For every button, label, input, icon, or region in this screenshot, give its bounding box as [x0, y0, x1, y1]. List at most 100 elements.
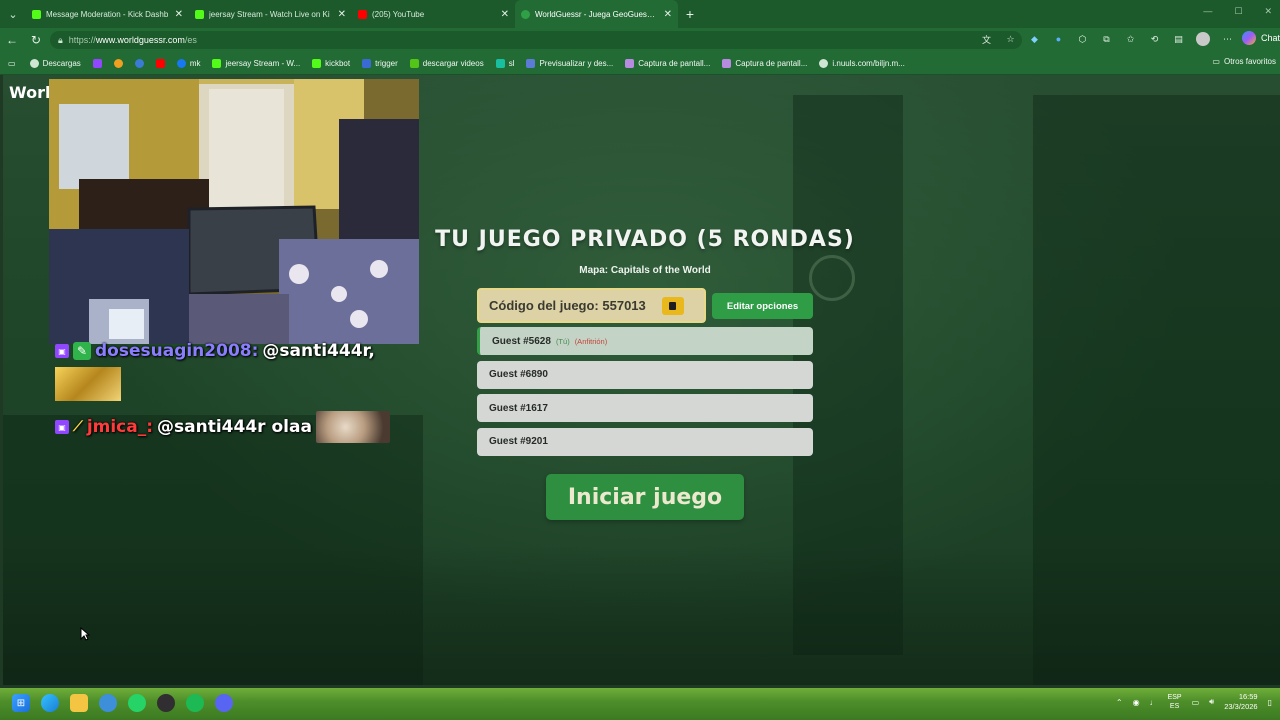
history-icon[interactable]: ⟲: [1148, 33, 1161, 46]
new-tab-button[interactable]: +: [678, 6, 702, 22]
chevron-up-icon[interactable]: ⌃: [1116, 698, 1123, 707]
bookmark-blue[interactable]: [129, 58, 150, 68]
display-icon[interactable]: ▭: [1192, 698, 1200, 707]
twitch-icon: ▣: [55, 344, 69, 358]
bookmark-orange[interactable]: [108, 58, 129, 68]
start-game-button[interactable]: Iniciar juego: [546, 474, 744, 520]
worldguessr-icon: [521, 9, 530, 19]
chat-message: ▣ ⟋ jmica_: @santi444r olaa: [55, 411, 390, 443]
tab-title: (205) YouTube: [372, 9, 425, 19]
bookmark-mk[interactable]: mk: [171, 58, 207, 68]
player-name: Guest #1617: [489, 402, 548, 414]
you-tag: (Tú): [555, 336, 570, 346]
tab-jeersay-stream[interactable]: jeersay Stream - Watch Live on Ki ✕: [189, 0, 352, 28]
globe-icon: [819, 58, 829, 68]
extension-icon[interactable]: ◆: [1028, 33, 1041, 46]
volume-icon[interactable]: 🔊︎: [1209, 697, 1214, 707]
notifications-icon[interactable]: ▯: [1268, 698, 1272, 707]
other-favorites-label: Otros favoritos: [1223, 57, 1276, 66]
close-tab-icon[interactable]: ✕: [501, 9, 509, 20]
reload-icon[interactable]: ↻: [24, 33, 48, 47]
bookmark-label: Previsualizar y des...: [539, 58, 614, 68]
microphone-icon[interactable]: ♩: [1150, 698, 1158, 707]
back-icon[interactable]: ←: [0, 33, 24, 47]
language-indicator[interactable]: ESP ES: [1168, 693, 1182, 711]
host-tag: (Anfitrión): [574, 336, 608, 346]
bookmark-kickbot[interactable]: kickbot: [306, 58, 356, 68]
verified-badge-icon: ✎: [73, 342, 91, 360]
url-field[interactable]: 🔒︎ https://www.worldguessr.com/es: [50, 31, 1022, 49]
copilot-chat-button[interactable]: Chat: [1241, 31, 1280, 45]
tab-youtube[interactable]: (205) YouTube ✕: [352, 0, 515, 28]
tab-title: Message Moderation - Kick Dashb: [46, 9, 169, 19]
tab-kick-moderation[interactable]: Message Moderation - Kick Dashb ✕: [26, 0, 189, 28]
reading-icon[interactable]: ▭: [8, 59, 24, 68]
lobby-map-label: Mapa: Capitals of the World: [579, 265, 711, 276]
bookmark-trigger[interactable]: trigger: [356, 58, 404, 68]
translate-icon[interactable]: 文: [980, 33, 993, 46]
clock[interactable]: 16:59 23/3/2026: [1224, 692, 1257, 712]
page-content: World ▣ ✎ dosesuagin2008: @santi444r, ▣ …: [3, 75, 1280, 685]
whatsapp-icon[interactable]: [128, 694, 146, 712]
background-street: [3, 545, 1280, 685]
edge-icon[interactable]: [41, 694, 59, 712]
player-row: Guest #9201: [477, 427, 813, 456]
chat-text: @santi444r olaa: [157, 417, 312, 437]
bookmark-youtube[interactable]: [150, 58, 171, 68]
discord-tray-icon[interactable]: ◉: [1133, 698, 1140, 707]
player-name: Guest #5628: [492, 335, 551, 347]
close-tab-icon[interactable]: ✕: [338, 9, 346, 20]
bookmark-sl[interactable]: sl: [490, 58, 521, 68]
favorites-icon[interactable]: ✩: [1124, 33, 1137, 46]
bookmark-previsualizar[interactable]: Previsualizar y des...: [520, 58, 619, 68]
url-text: https://www.worldguessr.com/es: [69, 35, 197, 45]
pen-icon: [722, 58, 732, 68]
star-icon[interactable]: ☆: [1004, 33, 1017, 46]
spotify-icon[interactable]: [186, 694, 204, 712]
bookmark-captura-2[interactable]: Captura de pantall...: [716, 58, 813, 68]
extension-icon[interactable]: ●: [1052, 33, 1065, 46]
lobby-title: TU JUEGO PRIVADO (5 RONDAS): [435, 227, 855, 252]
copilot-icon: [1241, 31, 1256, 45]
tab-actions-button[interactable]: ⌄: [0, 0, 26, 28]
more-menu-icon[interactable]: ⋯: [1221, 33, 1234, 46]
other-favorites[interactable]: ▭ Otros favoritos: [1212, 57, 1276, 66]
player-row-self: Guest #5628 (Tú) (Anfitrión): [477, 327, 813, 355]
browser-icon[interactable]: [99, 694, 117, 712]
profile-avatar[interactable]: [1196, 32, 1210, 46]
bookmark-descargas[interactable]: Descargas: [24, 58, 87, 68]
obs-icon[interactable]: [157, 694, 175, 712]
kick-icon: [195, 9, 204, 19]
system-tray: ⌃ ◉ ♩ ESP ES ▭ 🔊︎ 16:59 23/3/2026 ▯: [1116, 692, 1272, 712]
url-path: /es: [184, 35, 197, 45]
webcam-feed: [49, 79, 419, 344]
windows-start-icon[interactable]: ⊞: [12, 694, 30, 712]
maximize-icon[interactable]: ☐: [1234, 6, 1242, 17]
close-window-icon[interactable]: ✕: [1264, 6, 1272, 17]
webcam-overlay: [49, 79, 419, 344]
discord-icon[interactable]: [215, 694, 233, 712]
split-screen-icon[interactable]: ⧉: [1100, 33, 1113, 46]
bookmark-label: trigger: [375, 58, 398, 68]
address-bar-row: ← ↻ 🔒︎ https://www.worldguessr.com/es 文 …: [0, 28, 1280, 52]
extension-puzzle-icon[interactable]: ⬡: [1076, 33, 1089, 46]
minimize-icon[interactable]: —: [1203, 6, 1212, 17]
bookmark-icon: [113, 58, 123, 68]
edit-options-button[interactable]: Editar opciones: [712, 293, 813, 319]
bookmark-twitch[interactable]: [87, 58, 108, 68]
copy-code-button[interactable]: [661, 296, 684, 315]
bookmark-jeersay[interactable]: jeersay Stream - W...: [206, 58, 306, 68]
tab-worldguessr[interactable]: WorldGuessr - Juega GeoGuessr g ✕: [515, 0, 678, 28]
bookmark-captura-1[interactable]: Captura de pantall...: [619, 58, 716, 68]
bookmark-inuuls[interactable]: i.nuuls.com/biljn.m...: [813, 58, 910, 68]
file-explorer-icon[interactable]: [70, 694, 88, 712]
close-tab-icon[interactable]: ✕: [175, 9, 183, 20]
chat-message: ▣ ✎ dosesuagin2008: @santi444r,: [55, 341, 390, 361]
collections-icon[interactable]: ▤: [1172, 33, 1185, 46]
tab-title: WorldGuessr - Juega GeoGuessr g: [535, 9, 659, 19]
download-icon: [409, 58, 419, 68]
close-tab-icon[interactable]: ✕: [664, 9, 672, 20]
taskbar: ⊞ ⌃ ◉ ♩ ESP ES ▭ 🔊︎ 16:59 23/3/2026 ▯: [0, 688, 1280, 720]
bookmark-descargar-videos[interactable]: descargar videos: [404, 58, 490, 68]
bookmark-label: mk: [189, 58, 201, 68]
